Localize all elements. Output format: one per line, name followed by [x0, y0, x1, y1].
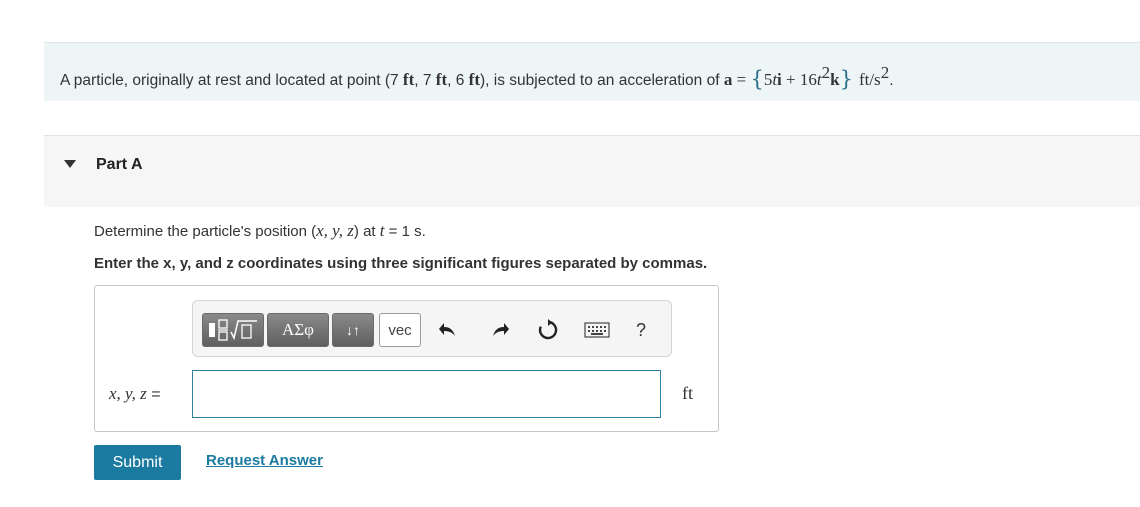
- fraction-sqrt-template-icon: [209, 319, 257, 341]
- undo-button[interactable]: [434, 313, 462, 347]
- exponent: 2: [880, 63, 890, 82]
- problem-text-middle: ), is subjected to an acceleration of: [480, 72, 724, 89]
- templates-button[interactable]: [202, 313, 264, 347]
- undo-icon: [439, 323, 455, 336]
- math-toolbar: ΑΣφ ↓↑ vec ?: [192, 300, 672, 357]
- answer-unit: ft: [682, 383, 693, 403]
- question-text-middle: ) at: [353, 223, 380, 240]
- part-title: Part A: [96, 156, 143, 173]
- acceleration-unit: ft/s: [858, 70, 881, 89]
- term-coefficient: 16: [799, 70, 817, 89]
- exponent: 2: [821, 63, 831, 82]
- reset-button[interactable]: [534, 313, 562, 347]
- unit-ft: ft: [402, 70, 415, 89]
- reset-icon: [538, 319, 558, 340]
- answer-label: x, y, z =: [109, 384, 161, 404]
- vector-button[interactable]: vec: [379, 313, 421, 347]
- unit-vector-k: k: [830, 70, 840, 89]
- answer-input[interactable]: [192, 370, 661, 418]
- unit-ft: ft: [435, 70, 448, 89]
- part-a-header[interactable]: Part A: [44, 135, 1140, 207]
- unit-ft: ft: [468, 70, 480, 89]
- equals-sign: =: [732, 70, 751, 89]
- plus-sign: +: [781, 70, 800, 89]
- keyboard-button[interactable]: [581, 313, 613, 347]
- question-text-start: Determine the particle's position (: [94, 223, 317, 240]
- period: .: [889, 72, 894, 89]
- instruction-text: Enter the x, y, and z coordinates using …: [94, 255, 708, 272]
- redo-icon: [493, 323, 509, 336]
- problem-statement: A particle, originally at rest and locat…: [44, 42, 1140, 101]
- problem-text-start: A particle, originally at rest and locat…: [60, 72, 403, 89]
- separator: , 7: [414, 72, 436, 89]
- answer-label-variables: x, y, z: [109, 384, 147, 403]
- help-button[interactable]: ?: [627, 313, 655, 347]
- arrows-button[interactable]: ↓↑: [332, 313, 374, 347]
- redo-button[interactable]: [486, 313, 514, 347]
- greek-symbols-button[interactable]: ΑΣφ: [267, 313, 329, 347]
- question-variables: x, y, z: [316, 221, 354, 240]
- keyboard-icon: [584, 322, 610, 338]
- brace-close: }: [839, 67, 853, 91]
- submit-button[interactable]: Submit: [94, 445, 181, 480]
- problem-text: A particle, originally at rest and locat…: [60, 63, 894, 91]
- answer-label-equals: =: [146, 386, 161, 403]
- request-answer-link[interactable]: Request Answer: [206, 452, 323, 469]
- brace-open: {: [750, 67, 764, 91]
- answer-box: ΑΣφ ↓↑ vec ? x, y, z = ft: [94, 285, 719, 432]
- question-text-end: = 1 s.: [384, 223, 426, 240]
- collapse-caret-icon[interactable]: [64, 160, 76, 168]
- separator: , 6: [447, 72, 469, 89]
- question-text: Determine the particle's position (x, y,…: [94, 221, 426, 241]
